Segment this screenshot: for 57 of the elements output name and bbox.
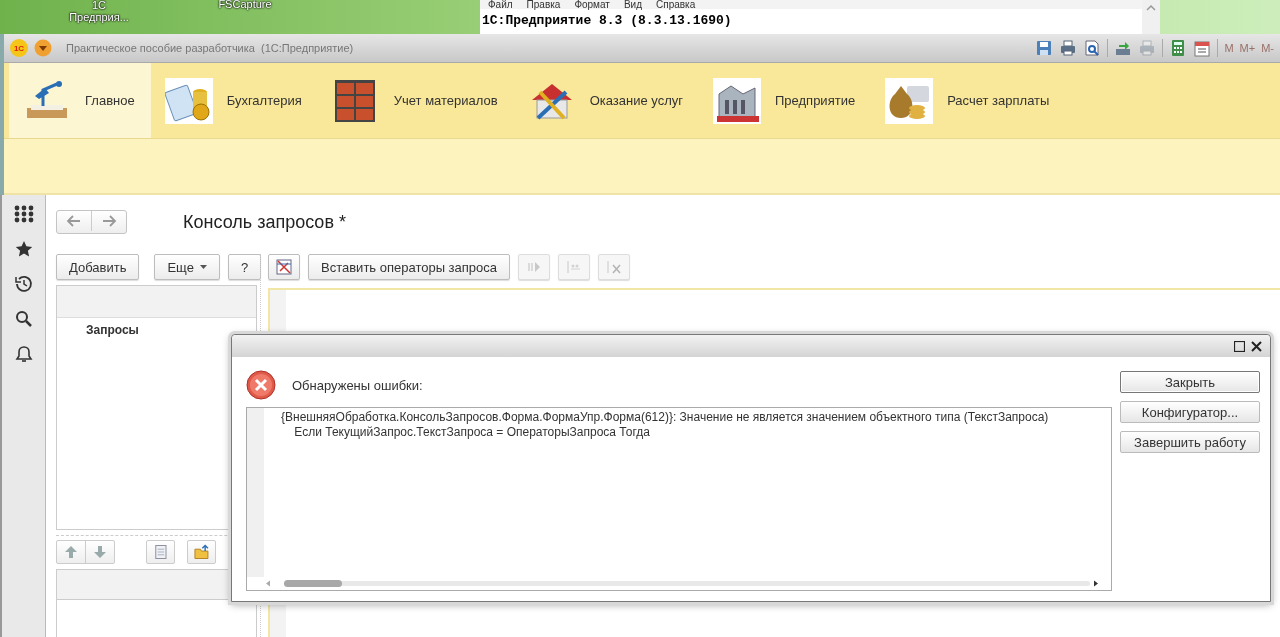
desktop-icon-label: 1С Предприя... <box>68 0 130 25</box>
section-label: Оказание услуг <box>589 93 683 108</box>
section-label: Главное <box>85 93 135 108</box>
menu-item[interactable]: Справка <box>656 0 696 9</box>
save-icon[interactable] <box>1035 39 1054 57</box>
search-icon <box>14 310 33 328</box>
query-wizard-icon <box>274 257 294 277</box>
section-tab[interactable]: Расчет зарплаты <box>871 63 1066 138</box>
menu-item[interactable]: Вид <box>623 0 642 9</box>
factory-icon <box>713 77 761 124</box>
close-icon[interactable] <box>1251 340 1262 352</box>
section-tab[interactable]: Предприятие <box>699 63 872 138</box>
dialog-button[interactable]: Конфигуратор... <box>1120 401 1260 423</box>
toolbar-button[interactable]: Вставить операторы запроса <box>308 254 511 280</box>
menu-item[interactable]: Файл <box>488 0 513 9</box>
import-icon[interactable] <box>1114 39 1133 57</box>
section-tab[interactable]: Оказание услуг <box>513 63 699 138</box>
dropdown-button[interactable]: Еще <box>154 254 220 280</box>
dialog-button[interactable]: Завершить работу <box>1120 431 1260 453</box>
toolbar-button[interactable]: ? <box>227 254 262 280</box>
toolbar-button[interactable]: Добавить <box>56 254 140 280</box>
query-wizard-button[interactable] <box>268 254 300 280</box>
app-logo: 1С <box>10 39 28 57</box>
error-message-line: Если ТекущийЗапрос.ТекстЗапроса = ОператорыЗапроса Тогда <box>293 425 651 440</box>
error-icon <box>246 370 276 400</box>
window-text: 1С:Предприятие 8.3 (8.3.13.1690) <box>481 12 733 28</box>
printer-icon[interactable] <box>1059 39 1078 57</box>
section-label: Расчет зарплаты <box>947 93 1050 108</box>
calendar-icon[interactable] <box>1193 39 1212 57</box>
folder-upload-icon[interactable] <box>187 540 217 564</box>
apps-grid-icon <box>13 205 34 223</box>
menu-item[interactable]: Правка <box>526 0 561 9</box>
history-icon <box>14 275 33 293</box>
error-text-box[interactable]: {ВнешняяОбработка.КонсольЗапросов.Форма.ФормаУпр.Форма(612)}: Значение не является значением объектного типа (ТекстЗапроса) Если ТекущийЗапрос.ТекстЗапроса = ОператорыЗапроса Тогда <box>246 407 1112 591</box>
section-tab[interactable]: Учет материалов <box>317 63 514 138</box>
section-label: Учет материалов <box>393 93 498 108</box>
error-heading: Обнаружены ошибки: <box>292 377 423 393</box>
bell-icon <box>14 345 33 363</box>
section-tab[interactable]: Бухгалтерия <box>150 63 318 138</box>
maximize-icon[interactable] <box>1234 340 1245 352</box>
list-row[interactable]: Запросы <box>57 318 256 342</box>
section-label: Бухгалтерия <box>226 93 302 108</box>
form-title: Консоль запросов * <box>183 211 346 233</box>
window-title: Практическое пособие разработчика (1С:Предприятие) <box>66 42 355 54</box>
caret-icon <box>199 265 207 269</box>
menu-item[interactable]: Формат <box>574 0 610 9</box>
document-icon[interactable] <box>146 540 176 564</box>
dialog-button[interactable]: Закрыть <box>1120 371 1260 393</box>
section-tab[interactable]: Главное <box>9 63 151 138</box>
dropdown-icon <box>34 39 52 57</box>
desktop-icon-label: FSCapture <box>217 0 273 12</box>
star-icon <box>14 240 33 258</box>
money-bag-icon <box>885 77 934 124</box>
section-label: Предприятие <box>775 93 856 108</box>
error-message-line: {ВнешняяОбработка.КонсольЗапросов.Форма.ФормаУпр.Форма(612)}: Значение не является значением объектного типа (ТекстЗапроса) <box>281 410 1049 425</box>
calculator-icon <box>164 77 213 124</box>
print-preview-icon[interactable] <box>1083 39 1102 57</box>
